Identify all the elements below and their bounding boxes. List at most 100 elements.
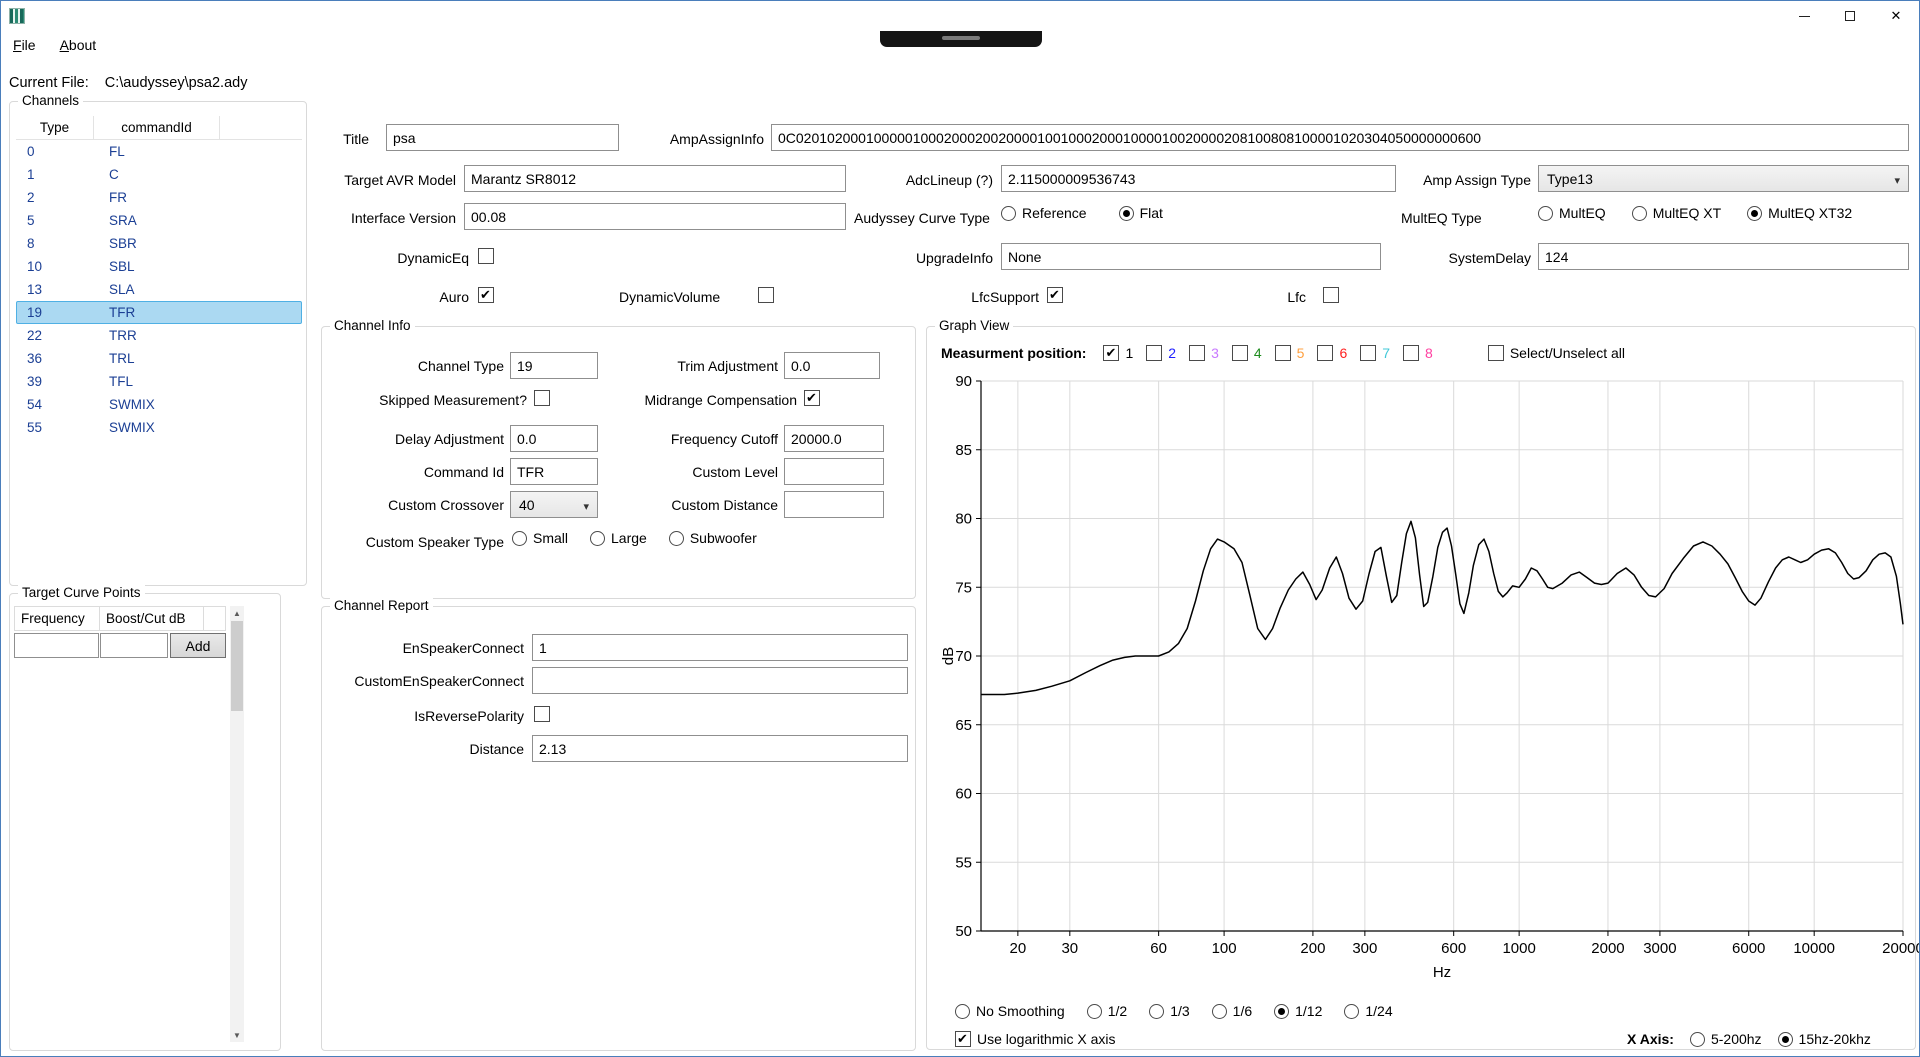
- measurement-position-option[interactable]: 1: [1103, 345, 1133, 361]
- channel-row[interactable]: 36TRL: [16, 347, 302, 370]
- scroll-down-icon[interactable]: [230, 1028, 244, 1042]
- measurement-position-option[interactable]: 3: [1189, 345, 1219, 361]
- smoothing-option[interactable]: 1/6: [1212, 1003, 1252, 1019]
- radio-icon[interactable]: [1087, 1004, 1102, 1019]
- channel-row[interactable]: 19TFR: [16, 301, 302, 324]
- target-curve-frequency-input[interactable]: [14, 633, 99, 658]
- use-log-x-option[interactable]: Use logarithmic X axis: [955, 1031, 1116, 1047]
- multeq-option[interactable]: MultEQ: [1538, 205, 1606, 221]
- measurement-position-option[interactable]: 8: [1403, 345, 1433, 361]
- checkbox-icon[interactable]: [1189, 345, 1205, 361]
- midrange-compensation-checkbox[interactable]: [804, 390, 820, 406]
- checkbox-icon[interactable]: [1146, 345, 1162, 361]
- channel-row[interactable]: 55SWMIX: [16, 416, 302, 439]
- channels-column-type[interactable]: Type: [16, 116, 94, 139]
- multeq-xt-option[interactable]: MultEQ XT: [1632, 205, 1721, 221]
- maximize-button[interactable]: [1827, 1, 1873, 31]
- checkbox-icon[interactable]: [1232, 345, 1248, 361]
- add-button[interactable]: Add: [170, 633, 226, 658]
- enspeakerconnect-input[interactable]: [532, 634, 908, 661]
- frequency-cutoff-input[interactable]: [784, 425, 884, 452]
- trim-adjustment-input[interactable]: [784, 352, 880, 379]
- radio-icon[interactable]: [1538, 206, 1553, 221]
- radio-icon[interactable]: [1149, 1004, 1164, 1019]
- radio-icon[interactable]: [1747, 206, 1762, 221]
- channel-row[interactable]: 39TFL: [16, 370, 302, 393]
- menu-about[interactable]: About: [54, 33, 103, 57]
- channel-row[interactable]: 54SWMIX: [16, 393, 302, 416]
- smoothing-option[interactable]: 1/24: [1344, 1003, 1392, 1019]
- speaker-type-small-option[interactable]: Small: [512, 530, 568, 546]
- radio-icon[interactable]: [955, 1004, 970, 1019]
- measurement-position-option[interactable]: 2: [1146, 345, 1176, 361]
- scrollbar[interactable]: [230, 606, 244, 1042]
- target-avr-model-input[interactable]: [464, 165, 846, 192]
- x-axis-option[interactable]: 5-200hz: [1690, 1031, 1762, 1047]
- radio-icon[interactable]: [1119, 206, 1134, 221]
- target-curve-boostcut-input[interactable]: [100, 633, 168, 658]
- checkbox-icon[interactable]: [1103, 345, 1119, 361]
- radio-icon[interactable]: [669, 531, 684, 546]
- radio-icon[interactable]: [1001, 206, 1016, 221]
- dynamiceq-checkbox[interactable]: [478, 248, 494, 264]
- smoothing-option[interactable]: 1/3: [1149, 1003, 1189, 1019]
- channel-row[interactable]: 1C: [16, 163, 302, 186]
- channel-row[interactable]: 13SLA: [16, 278, 302, 301]
- upgradeinfo-input[interactable]: [1001, 243, 1381, 270]
- lfc-checkbox[interactable]: [1323, 287, 1339, 303]
- radio-icon[interactable]: [512, 531, 527, 546]
- minimize-button[interactable]: [1781, 1, 1827, 31]
- title-input[interactable]: [386, 124, 619, 151]
- custom-level-input[interactable]: [784, 458, 884, 485]
- checkbox-icon[interactable]: [1275, 345, 1291, 361]
- channel-row[interactable]: 2FR: [16, 186, 302, 209]
- measurement-position-option[interactable]: 4: [1232, 345, 1262, 361]
- amp-assign-type-select[interactable]: Type13: [1538, 165, 1909, 192]
- menu-file[interactable]: File: [7, 33, 42, 57]
- target-curve-column-frequency[interactable]: Frequency: [15, 607, 100, 630]
- measurement-position-option[interactable]: 7: [1360, 345, 1390, 361]
- x-axis-option[interactable]: 15hz-20khz: [1778, 1031, 1871, 1047]
- audyssey-curve-option-flat[interactable]: Flat: [1119, 205, 1163, 221]
- radio-icon[interactable]: [1344, 1004, 1359, 1019]
- custom-distance-input[interactable]: [784, 491, 884, 518]
- radio-icon[interactable]: [1212, 1004, 1227, 1019]
- auro-checkbox[interactable]: [478, 287, 494, 303]
- multeq-xt32-option[interactable]: MultEQ XT32: [1747, 205, 1852, 221]
- target-curve-column-boostcut[interactable]: Boost/Cut dB: [100, 607, 204, 630]
- checkbox-icon[interactable]: [1488, 345, 1504, 361]
- channel-row[interactable]: 0FL: [16, 140, 302, 163]
- dynamicvolume-checkbox[interactable]: [758, 287, 774, 303]
- channels-column-commandid[interactable]: commandId: [94, 116, 220, 139]
- channel-row[interactable]: 10SBL: [16, 255, 302, 278]
- radio-icon[interactable]: [1778, 1032, 1793, 1047]
- adclineup-input[interactable]: [1001, 165, 1396, 192]
- ampassigninfo-input[interactable]: [771, 124, 1909, 151]
- smoothing-option[interactable]: No Smoothing: [955, 1003, 1065, 1019]
- select-unselect-all-option[interactable]: Select/Unselect all: [1488, 345, 1625, 361]
- radio-icon[interactable]: [1274, 1004, 1289, 1019]
- speaker-type-subwoofer-option[interactable]: Subwoofer: [669, 530, 757, 546]
- audyssey-curve-option-reference[interactable]: Reference: [1001, 205, 1087, 221]
- smoothing-option[interactable]: 1/12: [1274, 1003, 1322, 1019]
- isreversepolarity-checkbox[interactable]: [534, 706, 550, 722]
- lfcsupport-checkbox[interactable]: [1047, 287, 1063, 303]
- radio-icon[interactable]: [1632, 206, 1647, 221]
- distance-input[interactable]: [532, 735, 908, 762]
- measurement-position-option[interactable]: 5: [1275, 345, 1305, 361]
- measurement-position-option[interactable]: 6: [1317, 345, 1347, 361]
- customenspeakerconnect-input[interactable]: [532, 667, 908, 694]
- speaker-type-large-option[interactable]: Large: [590, 530, 647, 546]
- systemdelay-input[interactable]: [1538, 243, 1909, 270]
- radio-icon[interactable]: [590, 531, 605, 546]
- channel-row[interactable]: 8SBR: [16, 232, 302, 255]
- channel-row[interactable]: 22TRR: [16, 324, 302, 347]
- checkbox-icon[interactable]: [1317, 345, 1333, 361]
- checkbox-icon[interactable]: [1360, 345, 1376, 361]
- checkbox-icon[interactable]: [1403, 345, 1419, 361]
- use-log-x-checkbox[interactable]: [955, 1031, 971, 1047]
- skipped-measurement-checkbox[interactable]: [534, 390, 550, 406]
- scroll-up-icon[interactable]: [230, 606, 244, 620]
- interface-version-input[interactable]: [464, 203, 846, 230]
- radio-icon[interactable]: [1690, 1032, 1705, 1047]
